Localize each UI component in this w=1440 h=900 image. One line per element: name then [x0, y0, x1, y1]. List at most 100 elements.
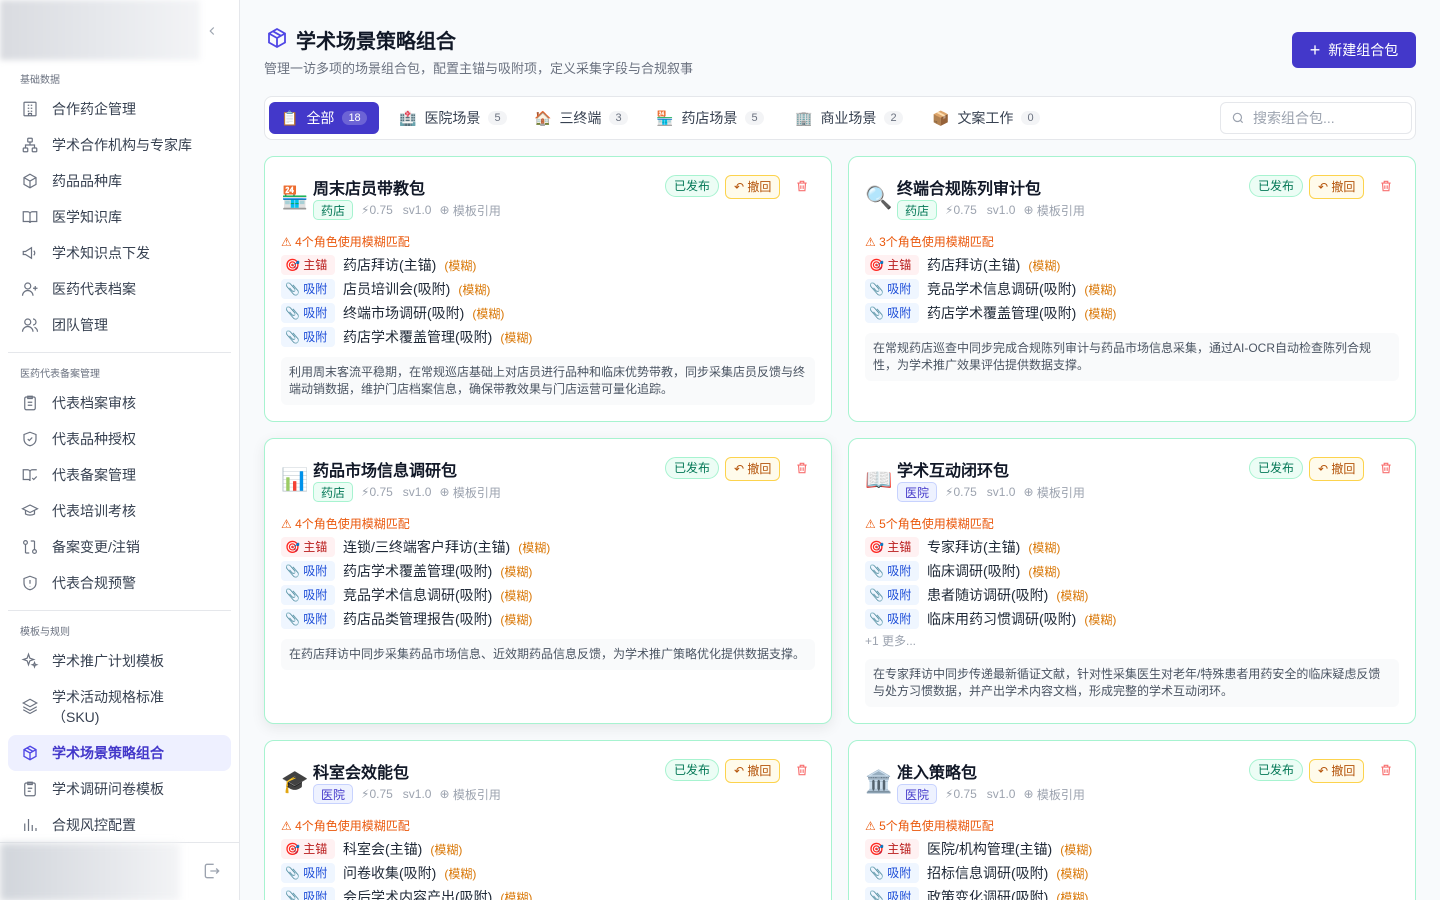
bar-chart-icon: 📊 — [281, 467, 309, 492]
revoke-button[interactable]: ↶ 撤回 — [1309, 457, 1365, 481]
tab-commercial[interactable]: 🏢 商业场景 2 — [783, 102, 915, 134]
users-icon — [20, 315, 40, 335]
attach-badge: 📎 吸附 — [865, 279, 919, 299]
revoke-button[interactable]: ↶ 撤回 — [1309, 759, 1365, 783]
sidebar-item-experts[interactable]: 学术合作机构与专家库 — [8, 127, 231, 163]
revoke-label: 撤回 — [1331, 764, 1356, 778]
role-row: 📎 吸附 药店学术覆盖管理(吸附) (模糊) — [281, 559, 550, 583]
megaphone-icon — [20, 243, 40, 263]
sidebar-item-scene-strategy[interactable]: 学术场景策略组合 — [8, 735, 231, 771]
trash-icon[interactable] — [1379, 178, 1393, 194]
role-row: 📎 吸附 问卷收集(吸附) (模糊) — [281, 861, 532, 885]
fuzzy-warning: ⚠ 4个角色使用模糊匹配 — [281, 819, 410, 833]
sidebar-item-survey-template[interactable]: 学术调研问卷模板 — [8, 771, 231, 807]
sidebar-item-rep-profiles[interactable]: 医药代表档案 — [8, 271, 231, 307]
score: ⚡0.75 — [361, 787, 393, 801]
attach-badge: 📎 吸附 — [281, 585, 335, 605]
role-row: 📎 吸附 招标信息调研(吸附) (模糊) — [865, 861, 1092, 885]
sidebar-item-rep-filing[interactable]: 代表备案管理 — [8, 457, 231, 493]
nav-group-title: 基础数据 — [20, 75, 60, 86]
revoke-label: 撤回 — [747, 462, 772, 476]
user-plus-icon — [20, 279, 40, 299]
tab-copywriting[interactable]: 📦 文案工作 0 — [920, 102, 1052, 134]
sidebar-item-risk-config[interactable]: 合规风控配置 — [8, 807, 231, 843]
revoke-button[interactable]: ↶ 撤回 — [725, 759, 781, 783]
new-package-button[interactable]: + 新建组合包 — [1292, 32, 1416, 68]
globe-icon: ⊕ — [439, 787, 450, 801]
undo-icon: ↶ — [1318, 764, 1329, 778]
fuzzy-tag: (模糊) — [1028, 258, 1061, 273]
version: sv1.0 — [986, 203, 1016, 217]
sidebar-item-filing-change[interactable]: 备案变更/注销 — [8, 529, 231, 565]
search-box[interactable] — [1220, 102, 1412, 134]
chevron-left-icon — [209, 27, 215, 35]
sidebar-item-rep-review[interactable]: 代表档案审核 — [8, 385, 231, 421]
role-row: 📎 吸附 临床用药习惯调研(吸附) (模糊) — [865, 607, 1116, 631]
sidebar-item-rep-authorization[interactable]: 代表品种授权 — [8, 421, 231, 457]
page-title: 学术场景策略组合 — [296, 31, 456, 53]
role-row: 🎯 主锚 连锁/三终端客户拜访(主锚) (模糊) — [281, 535, 550, 559]
globe-icon: ⊕ — [1023, 485, 1034, 499]
main-content: 学术场景策略组合 管理一访多项的场景组合包，配置主锚与吸附项，定义采集字段与合规… — [240, 0, 1440, 900]
score: ⚡0.75 — [945, 203, 977, 217]
package-card[interactable]: 📖 学术互动闭环包 医院 ⚡0.75 sv1.0 ⊕ 模板引用 已发布 ↶ 撤回… — [848, 438, 1416, 724]
role-name: 科室会(主锚) — [343, 841, 423, 857]
sidebar-item-partner-pharma[interactable]: 合作药企管理 — [8, 91, 231, 127]
trash-icon[interactable] — [1379, 460, 1393, 476]
sidebar-item-label: 代表培训考核 — [52, 503, 136, 519]
collapse-sidebar-button[interactable] — [200, 20, 224, 44]
fuzzy-tag: (模糊) — [500, 564, 533, 579]
role-row: 🎯 主锚 专家拜访(主锚) (模糊) — [865, 535, 1116, 559]
sidebar-item-plan-template[interactable]: 学术推广计划模板 — [8, 643, 231, 679]
sidebar-item-knowledge-base[interactable]: 医学知识库 — [8, 199, 231, 235]
logo-area — [0, 0, 239, 62]
card-meta: 医院 ⚡0.75 sv1.0 ⊕ 模板引用 — [313, 783, 501, 805]
fuzzy-tag: (模糊) — [430, 842, 463, 857]
trash-icon[interactable] — [795, 762, 809, 778]
package-card[interactable]: 🏛️ 准入策略包 医院 ⚡0.75 sv1.0 ⊕ 模板引用 已发布 ↶ 撤回 … — [848, 740, 1416, 900]
scene-tag: 医院 — [897, 784, 938, 804]
trash-icon[interactable] — [795, 460, 809, 476]
logout-button[interactable] — [202, 861, 224, 883]
role-name: 医院/机构管理(主锚) — [927, 841, 1053, 857]
package-card[interactable]: 📊 药品市场信息调研包 药店 ⚡0.75 sv1.0 ⊕ 模板引用 已发布 ↶ … — [264, 438, 832, 724]
anchor-badge: 🎯 主锚 — [865, 537, 919, 557]
tab-third-terminal[interactable]: 🏠 三终端 3 — [522, 102, 640, 134]
sidebar-item-knowledge-dispatch[interactable]: 学术知识点下发 — [8, 235, 231, 271]
tab-pharmacy[interactable]: 🏪 药店场景 5 — [644, 102, 776, 134]
search-input[interactable] — [1253, 110, 1403, 126]
sidebar-item-sku[interactable]: 学术活动规格标准（SKU) — [8, 683, 231, 727]
package-card[interactable]: 🎓 科室会效能包 医院 ⚡0.75 sv1.0 ⊕ 模板引用 已发布 ↶ 撤回 … — [264, 740, 832, 900]
package-card[interactable]: 🏪 周末店员带教包 药店 ⚡0.75 sv1.0 ⊕ 模板引用 已发布 ↶ 撤回… — [264, 156, 832, 422]
hospital-icon: 🏥 — [399, 109, 417, 126]
trash-icon[interactable] — [795, 178, 809, 194]
tab-hospital[interactable]: 🏥 医院场景 5 — [387, 102, 519, 134]
search-icon — [1232, 112, 1244, 124]
sidebar-item-team[interactable]: 团队管理 — [8, 307, 231, 343]
more-roles-link[interactable]: +1 更多... — [865, 631, 1116, 651]
attach-badge: 📎 吸附 — [865, 609, 919, 629]
sidebar-item-compliance-alert[interactable]: 代表合规预警 — [8, 565, 231, 601]
attach-badge: 📎 吸附 — [865, 561, 919, 581]
scene-tag: 药店 — [313, 200, 354, 220]
sidebar-item-label: 学术活动规格标准（SKU) — [52, 689, 164, 725]
graduation-cap-icon: 🎓 — [281, 769, 309, 794]
book-open-icon — [20, 207, 40, 227]
role-name: 药店拜访(主锚) — [343, 257, 437, 273]
sidebar-item-drug-library[interactable]: 药品品种库 — [8, 163, 231, 199]
revoke-button[interactable]: ↶ 撤回 — [1309, 175, 1365, 199]
package-card[interactable]: 🔍 终端合规陈列审计包 药店 ⚡0.75 sv1.0 ⊕ 模板引用 已发布 ↶ … — [848, 156, 1416, 422]
card-description: 利用周末客流平稳期，在常规巡店基础上对店员进行品种和临床优势带教，同步采集店员反… — [281, 357, 815, 405]
revoke-button[interactable]: ↶ 撤回 — [725, 175, 781, 199]
revoke-button[interactable]: ↶ 撤回 — [725, 457, 781, 481]
attach-badge: 📎 吸附 — [281, 303, 335, 323]
sidebar-item-rep-training[interactable]: 代表培训考核 — [8, 493, 231, 529]
card-meta: 医院 ⚡0.75 sv1.0 ⊕ 模板引用 — [897, 783, 1085, 805]
sidebar: 基础数据 合作药企管理 学术合作机构与专家库 药品品种库 医学知识库 学术知识点… — [0, 0, 240, 900]
scene-tag: 药店 — [897, 200, 938, 220]
trash-icon[interactable] — [1379, 762, 1393, 778]
tab-count: 5 — [488, 111, 507, 125]
tab-all[interactable]: 📋 全部 18 — [269, 102, 379, 134]
scene-tag: 医院 — [897, 482, 938, 502]
template-ref: 模板引用 — [452, 203, 501, 218]
